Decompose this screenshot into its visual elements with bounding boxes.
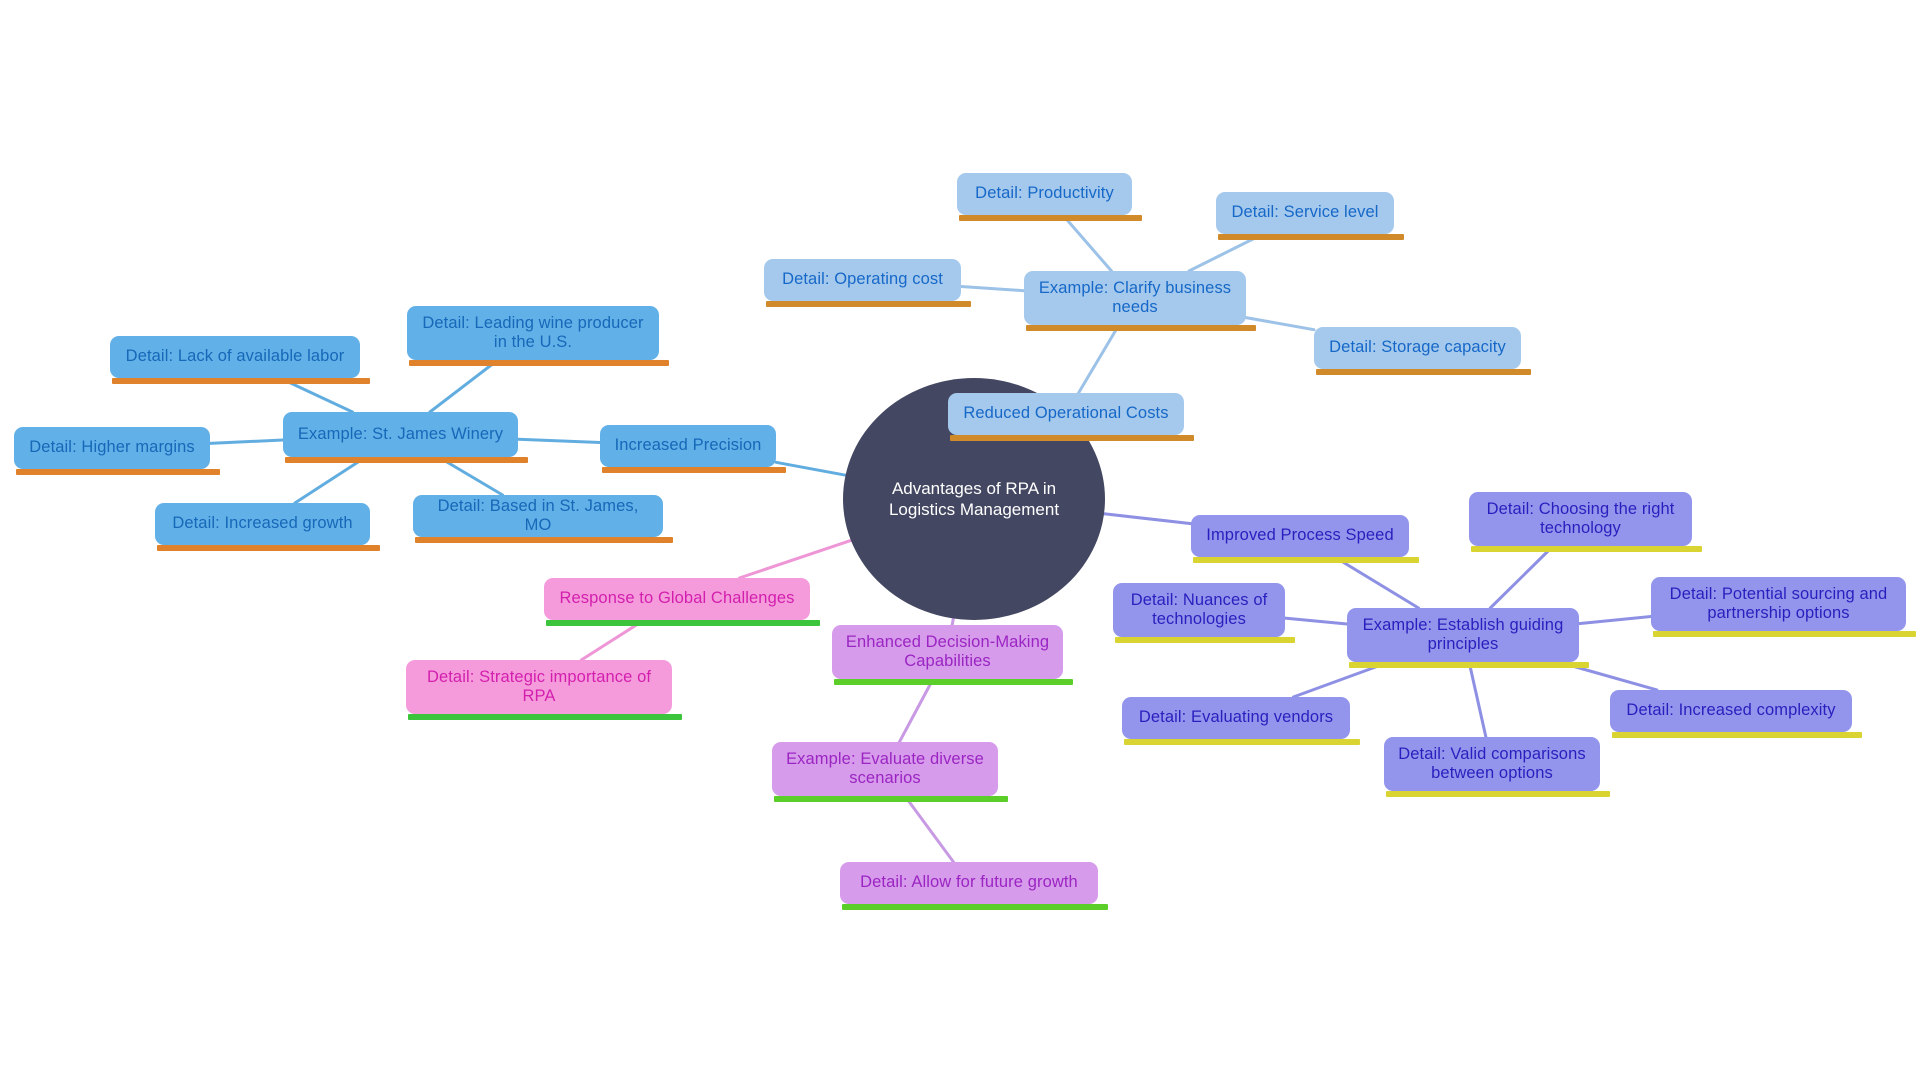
node-label-detail-leading-wine-producer: Detail: Leading wine producer in the U.S… bbox=[422, 313, 644, 351]
node-label-detail-valid-comparisons-between-options: Detail: Valid comparisons between option… bbox=[1398, 744, 1586, 782]
node-label-detail-service-level: Detail: Service level bbox=[1231, 203, 1379, 222]
node-label-detail-operating-cost: Detail: Operating cost bbox=[782, 270, 943, 289]
node-label-example-establish-guiding-principles: Example: Establish guiding principles bbox=[1362, 615, 1564, 653]
center-node-label: Advantages of RPA in Logistics Managemen… bbox=[888, 478, 1060, 519]
node-label-example-clarify-business-needs: Example: Clarify business needs bbox=[1038, 278, 1232, 316]
node-detail-service-level[interactable]: Detail: Service level bbox=[1216, 192, 1404, 240]
edge-ex-principles-to-d-nuances bbox=[1283, 616, 1349, 626]
node-label-detail-lack-of-available-labor: Detail: Lack of available labor bbox=[125, 347, 345, 366]
edge-reduced-operational-costs-to-ex-clarify bbox=[1077, 323, 1121, 395]
node-label-detail-increased-growth: Detail: Increased growth bbox=[172, 514, 353, 533]
mindmap-canvas: Advantages of RPA in Logistics Managemen… bbox=[0, 0, 1920, 1080]
edge-center-to-improved-process-speed bbox=[1102, 512, 1193, 526]
node-label-detail-evaluating-vendors: Detail: Evaluating vendors bbox=[1138, 708, 1334, 727]
edge-ex-clarify-to-d-operating-cost bbox=[959, 285, 1026, 293]
node-detail-potential-sourcing-and-partnership-options[interactable]: Detail: Potential sourcing and partnersh… bbox=[1651, 577, 1916, 637]
edge-ex-scenarios-to-d-future-growth bbox=[903, 794, 955, 864]
edge-ex-clarify-to-d-productivity bbox=[1061, 213, 1113, 273]
node-label-example-st-james-winery: Example: St. James Winery bbox=[297, 424, 504, 443]
node-detail-leading-wine-producer[interactable]: Detail: Leading wine producer in the U.S… bbox=[407, 306, 669, 366]
node-detail-allow-for-future-growth[interactable]: Detail: Allow for future growth bbox=[840, 862, 1108, 910]
edge-improved-process-speed-to-ex-principles bbox=[1333, 555, 1420, 610]
node-label-detail-storage-capacity: Detail: Storage capacity bbox=[1329, 338, 1506, 357]
branch-label-enhanced-decision-making: Enhanced Decision-Making Capabilities bbox=[845, 632, 1050, 670]
node-label-detail-allow-for-future-growth: Detail: Allow for future growth bbox=[860, 873, 1078, 892]
node-label-example-evaluate-diverse-scenarios: Example: Evaluate diverse scenarios bbox=[786, 749, 984, 787]
edge-ex-winery-to-d-increased-growth bbox=[293, 455, 368, 505]
node-example-st-james-winery[interactable]: Example: St. James Winery bbox=[283, 412, 528, 463]
node-detail-increased-complexity[interactable]: Detail: Increased complexity bbox=[1610, 690, 1862, 738]
node-label-detail-higher-margins: Detail: Higher margins bbox=[29, 438, 195, 457]
node-label-detail-increased-complexity: Detail: Increased complexity bbox=[1626, 701, 1836, 720]
branch-node-response-to-global-challenges[interactable]: Response to Global Challenges bbox=[544, 578, 820, 626]
branch-label-increased-precision: Increased Precision bbox=[614, 436, 762, 455]
node-detail-storage-capacity[interactable]: Detail: Storage capacity bbox=[1314, 327, 1531, 375]
node-detail-choosing-the-right-technology[interactable]: Detail: Choosing the right technology bbox=[1469, 492, 1702, 552]
node-example-clarify-business-needs[interactable]: Example: Clarify business needs bbox=[1024, 271, 1256, 331]
edge-ex-principles-to-d-valid-comp bbox=[1467, 660, 1488, 739]
node-example-evaluate-diverse-scenarios[interactable]: Example: Evaluate diverse scenarios bbox=[772, 742, 1008, 802]
branch-label-response-to-global-challenges: Response to Global Challenges bbox=[559, 589, 795, 608]
edge-center-to-increased-precision bbox=[774, 460, 848, 477]
node-label-detail-choosing-the-right-technology: Detail: Choosing the right technology bbox=[1486, 499, 1675, 537]
edge-ex-principles-to-d-choosing-tech bbox=[1488, 544, 1555, 610]
node-label-detail-nuances-of-technologies: Detail: Nuances of technologies bbox=[1130, 590, 1268, 628]
node-detail-lack-of-available-labor[interactable]: Detail: Lack of available labor bbox=[110, 336, 370, 384]
node-detail-based-in-st-james-mo[interactable]: Detail: Based in St. James, MO bbox=[413, 495, 673, 543]
node-detail-increased-growth[interactable]: Detail: Increased growth bbox=[155, 503, 380, 551]
branch-node-enhanced-decision-making[interactable]: Enhanced Decision-Making Capabilities bbox=[832, 625, 1073, 685]
node-detail-valid-comparisons-between-options[interactable]: Detail: Valid comparisons between option… bbox=[1384, 737, 1610, 797]
edge-ex-clarify-to-d-storage bbox=[1244, 316, 1316, 332]
node-detail-strategic-importance-of-rpa[interactable]: Detail: Strategic importance of RPA bbox=[406, 660, 682, 720]
node-detail-nuances-of-technologies[interactable]: Detail: Nuances of technologies bbox=[1113, 583, 1295, 643]
node-label-detail-strategic-importance-of-rpa: Detail: Strategic importance of RPA bbox=[426, 667, 652, 705]
node-label-detail-productivity: Detail: Productivity bbox=[975, 184, 1114, 203]
branch-node-reduced-operational-costs[interactable]: Reduced Operational Costs bbox=[948, 393, 1194, 441]
branch-node-increased-precision[interactable]: Increased Precision bbox=[600, 425, 786, 473]
node-example-establish-guiding-principles[interactable]: Example: Establish guiding principles bbox=[1347, 608, 1589, 668]
edge-increased-precision-to-ex-winery bbox=[516, 437, 602, 444]
node-detail-evaluating-vendors[interactable]: Detail: Evaluating vendors bbox=[1122, 697, 1360, 745]
edge-ex-winery-to-d-higher-margins bbox=[208, 438, 285, 445]
branch-label-reduced-operational-costs: Reduced Operational Costs bbox=[963, 404, 1169, 423]
edge-response-to-global-challenges-to-d-strategic bbox=[579, 618, 646, 662]
node-label-detail-potential-sourcing-and-partnership-options: Detail: Potential sourcing and partnersh… bbox=[1669, 584, 1888, 622]
branch-node-improved-process-speed[interactable]: Improved Process Speed bbox=[1191, 515, 1419, 563]
edge-ex-winery-to-d-leading-wine bbox=[428, 358, 500, 414]
node-detail-productivity[interactable]: Detail: Productivity bbox=[957, 173, 1142, 221]
edge-center-to-response-to-global-challenges bbox=[737, 538, 853, 580]
node-detail-operating-cost[interactable]: Detail: Operating cost bbox=[764, 259, 971, 307]
edge-enhanced-decision-making-to-ex-scenarios bbox=[897, 677, 935, 744]
edge-ex-principles-to-d-sourcing bbox=[1577, 615, 1653, 626]
branch-label-improved-process-speed: Improved Process Speed bbox=[1206, 526, 1394, 545]
node-label-detail-based-in-st-james-mo: Detail: Based in St. James, MO bbox=[437, 496, 639, 534]
node-detail-higher-margins[interactable]: Detail: Higher margins bbox=[14, 427, 220, 475]
